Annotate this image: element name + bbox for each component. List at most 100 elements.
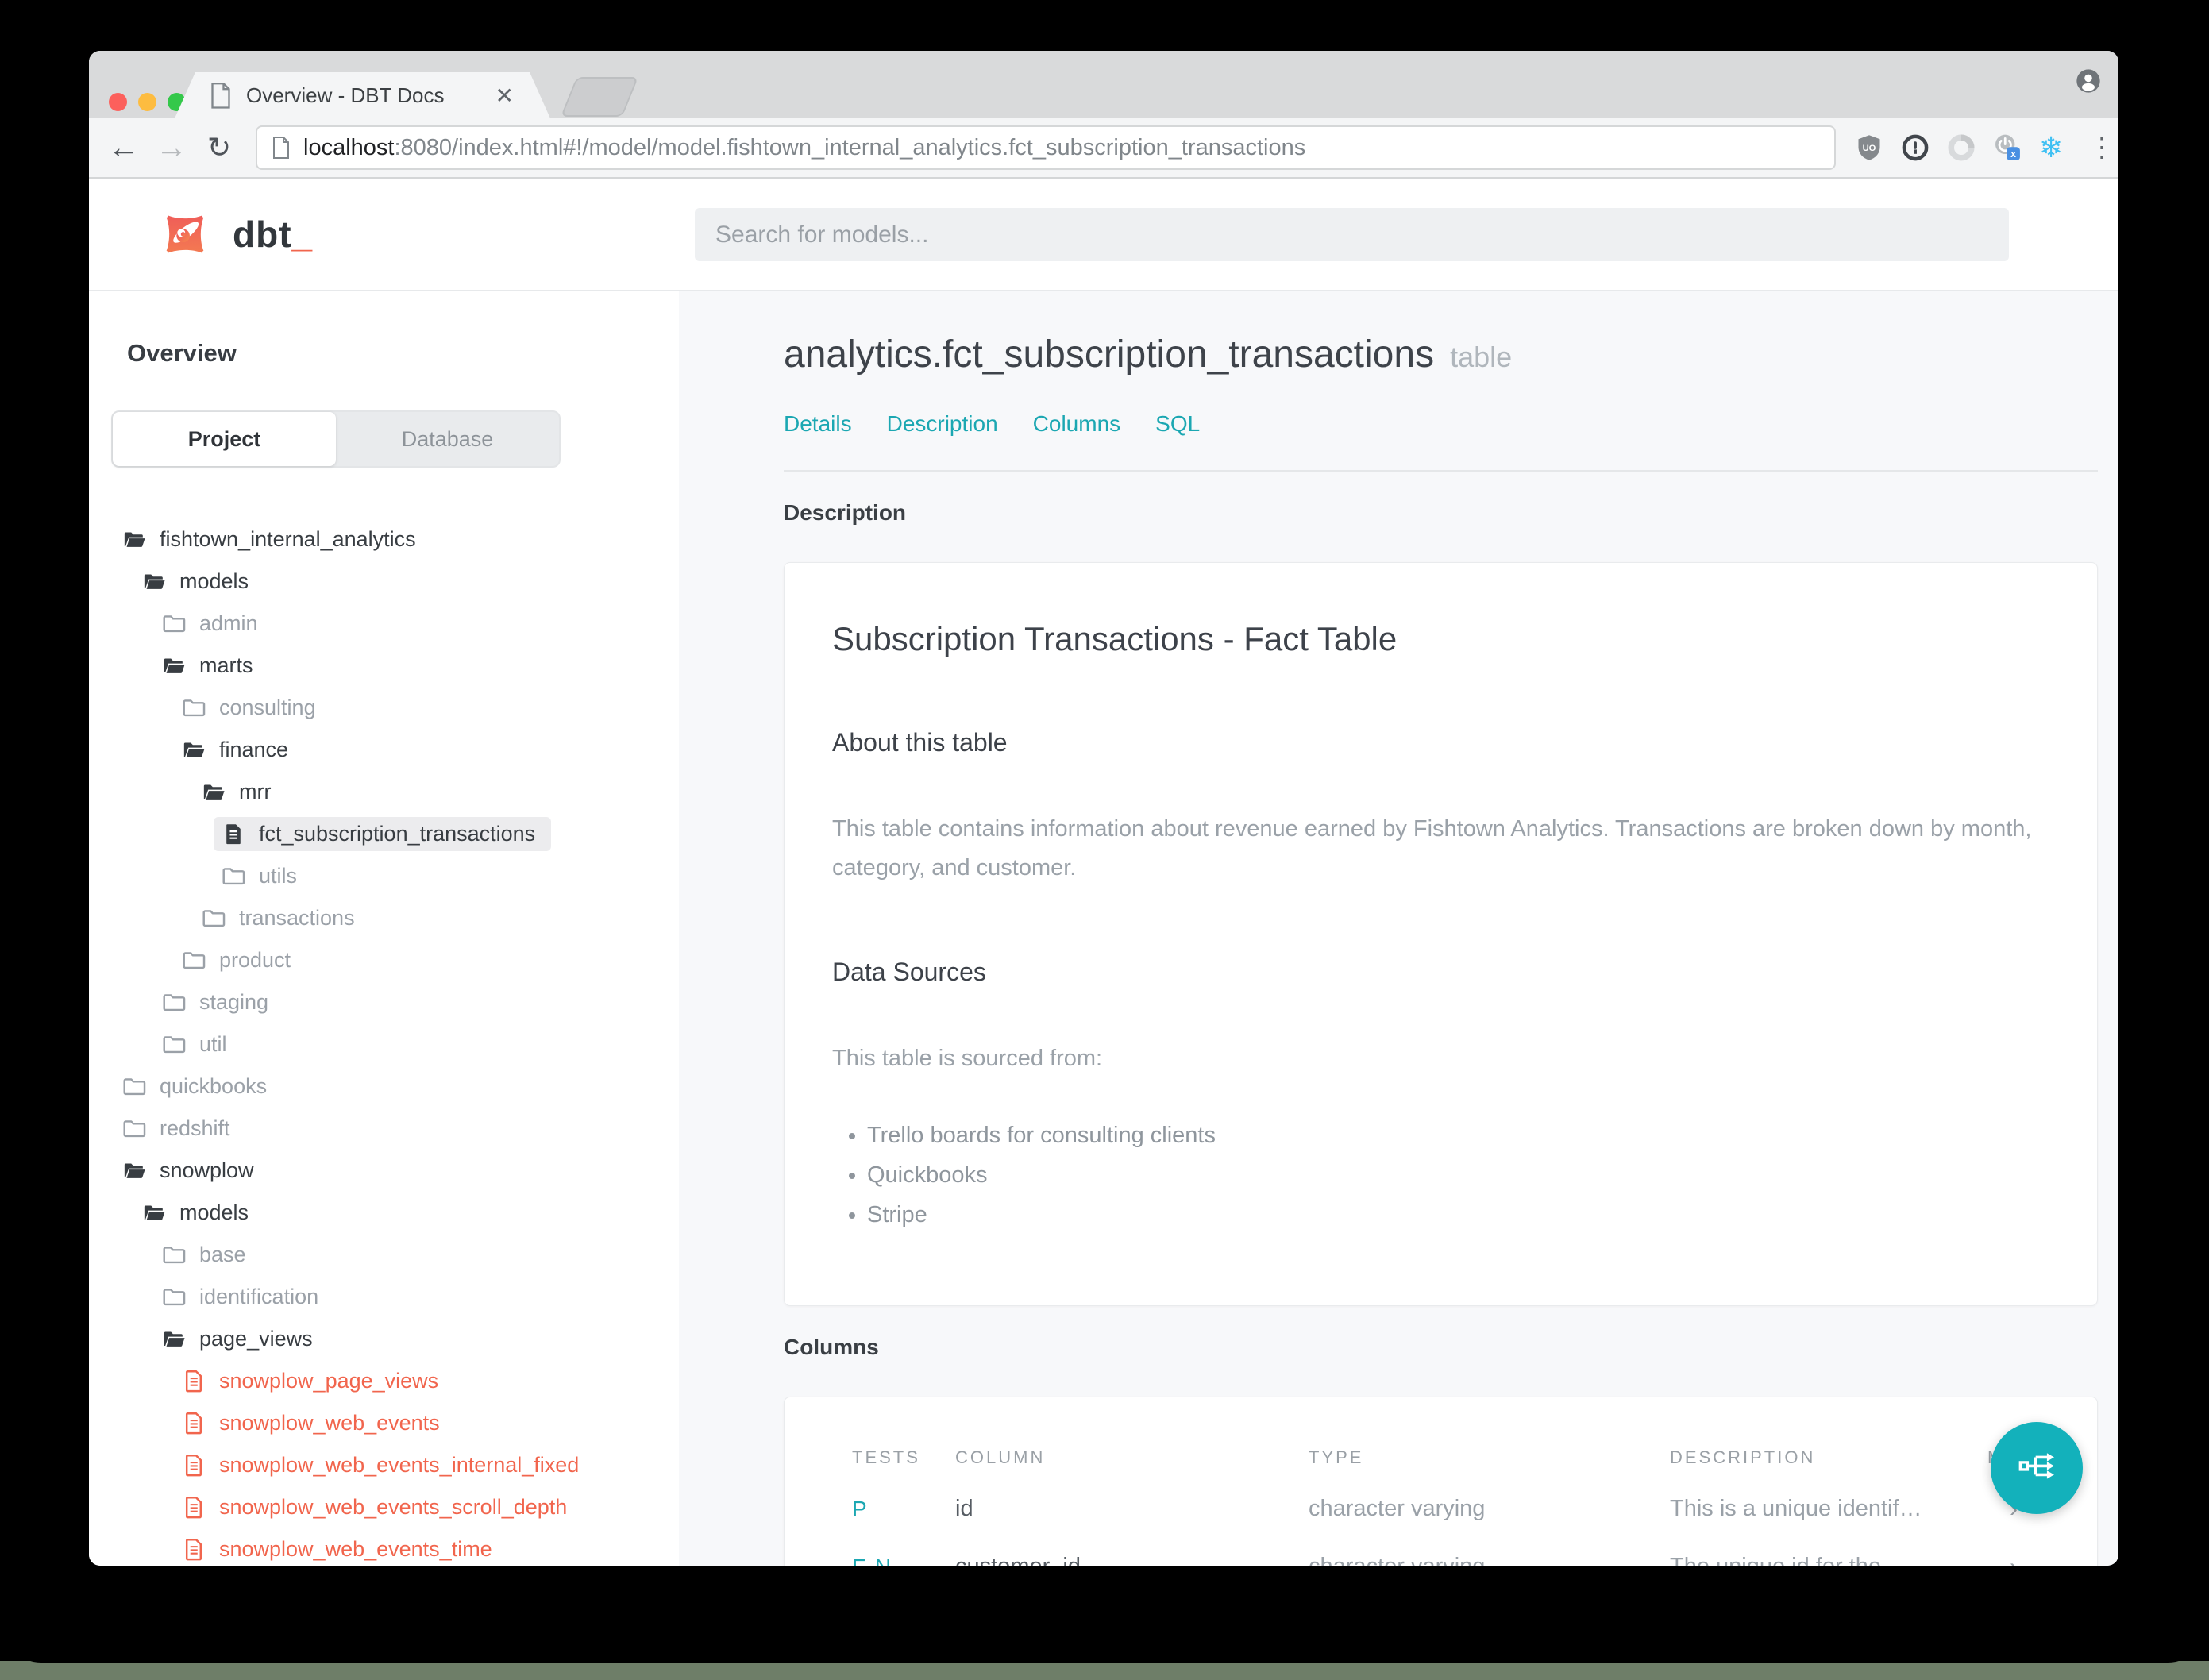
browser-toolbar: ← → ↻ localhost :8080/index.html#!/model…	[89, 118, 2118, 179]
folder-closed-icon	[182, 696, 206, 720]
tree-item[interactable]: page_views	[89, 1318, 679, 1360]
onepassword-icon[interactable]	[1901, 133, 1930, 162]
url-host: localhost	[303, 134, 395, 160]
url-bar[interactable]: localhost :8080/index.html#!/model/model…	[256, 125, 1836, 170]
minimize-window-button[interactable]	[138, 93, 156, 111]
folder-open-icon	[142, 569, 167, 594]
sidebar: Overview Project Database fishtown_inter…	[89, 291, 679, 1566]
doc-about-heading: About this table	[832, 728, 1008, 757]
tree-item[interactable]: snowplow_web_events_internal_fixed	[89, 1444, 679, 1486]
page-nav-link[interactable]: Columns	[1033, 411, 1120, 437]
tree-item[interactable]: snowplow	[89, 1150, 679, 1192]
lineage-graph-button[interactable]	[1991, 1422, 2083, 1514]
page-nav-link[interactable]: Details	[784, 411, 852, 437]
resource-type-badge: table	[1450, 341, 1513, 373]
tree-item[interactable]: transactions	[89, 897, 679, 939]
tab-strip: Overview - DBT Docs ✕	[89, 51, 2118, 118]
tab-database[interactable]: Database	[336, 412, 559, 466]
page-nav: Details Description Columns SQL	[784, 411, 2098, 437]
cell-type: character varying	[1309, 1496, 1486, 1521]
tree-item[interactable]: snowplow_web_events_time	[89, 1528, 679, 1566]
dbt-logo[interactable]: dbt_	[155, 204, 313, 264]
cell-column: id	[955, 1496, 973, 1521]
table-row[interactable]: P id character varying This is a unique …	[852, 1480, 2097, 1538]
profile-avatar[interactable]	[2076, 68, 2101, 94]
dbt-logo-icon	[163, 212, 207, 256]
tab-close-icon[interactable]: ✕	[495, 83, 514, 109]
tab-title: Overview - DBT Docs	[246, 83, 445, 107]
folder-closed-icon	[182, 948, 206, 973]
file-tree: fishtown_internal_analytics models admin	[89, 518, 679, 1566]
folder-open-icon	[122, 1158, 147, 1183]
tree-item[interactable]: marts	[89, 645, 679, 687]
file-red-icon	[182, 1453, 206, 1478]
desktop-strip	[0, 1661, 2209, 1680]
table-row[interactable]: F N customer_id character varying The un…	[852, 1538, 2097, 1566]
doc-sources-list: Trello boards for consulting clients Quic…	[867, 1123, 2049, 1228]
tree-item[interactable]: product	[89, 939, 679, 981]
description-section-heading: Description	[784, 500, 907, 525]
tree-item[interactable]: quickbooks	[89, 1065, 679, 1108]
forward-button: →	[156, 130, 187, 165]
page-nav-link[interactable]: Description	[887, 411, 998, 437]
page-favicon-icon	[210, 83, 232, 109]
column-header: COLUMN	[955, 1447, 1046, 1467]
column-header: DESCRIPTION	[1670, 1447, 1816, 1467]
tree-item[interactable]: redshift	[89, 1108, 679, 1150]
columns-section-heading: Columns	[784, 1335, 879, 1359]
cell-tests: P	[852, 1496, 869, 1521]
tree-item[interactable]: identification	[89, 1276, 679, 1318]
folder-open-icon	[122, 527, 147, 552]
tree-item[interactable]: models	[89, 1192, 679, 1234]
tree-item[interactable]: fishtown_internal_analytics	[89, 518, 679, 561]
folder-closed-icon	[202, 906, 226, 931]
tab-project[interactable]: Project	[113, 412, 336, 466]
tree-item[interactable]: fct_subscription_transactions	[89, 813, 679, 855]
search-input[interactable]	[695, 208, 2009, 261]
cell-description: This is a unique identif…	[1670, 1496, 1922, 1521]
extension-x-icon[interactable]: x	[1993, 133, 2022, 162]
page-title: analytics.fct_subscription_transactions	[784, 333, 1435, 376]
description-card: Subscription Transactions - Fact Table A…	[784, 562, 2098, 1306]
reload-button[interactable]: ↻	[195, 133, 243, 162]
column-header: TESTS	[852, 1447, 920, 1467]
tree-item[interactable]: utils	[89, 855, 679, 897]
folder-open-icon	[182, 738, 206, 762]
close-window-button[interactable]	[109, 93, 127, 111]
tree-item[interactable]: snowplow_web_events_scroll_depth	[89, 1486, 679, 1528]
new-tab-button[interactable]	[560, 77, 639, 117]
tree-item[interactable]: admin	[89, 603, 679, 645]
tree-item[interactable]: base	[89, 1234, 679, 1276]
tree-item[interactable]: snowplow_web_events	[89, 1402, 679, 1444]
tree-item[interactable]: consulting	[89, 687, 679, 729]
url-path: :8080/index.html#!/model/model.fishtown_…	[394, 134, 1306, 160]
app-header: dbt_	[89, 179, 2118, 291]
folder-closed-icon	[222, 864, 246, 888]
snowflake-icon[interactable]: ❄	[2039, 133, 2063, 162]
page-info-icon[interactable]	[272, 137, 291, 159]
browser-tab[interactable]: Overview - DBT Docs ✕	[175, 72, 550, 118]
cell-type: character varying	[1309, 1554, 1670, 1566]
file-red-icon	[182, 1537, 206, 1562]
tree-item[interactable]: snowplow_page_views	[89, 1360, 679, 1402]
tree-item[interactable]: staging	[89, 981, 679, 1023]
columns-table-body: P id character varying This is a unique …	[852, 1480, 2097, 1566]
column-header: TYPE	[1309, 1447, 1364, 1467]
page-nav-link[interactable]: SQL	[1155, 411, 1200, 437]
tree-item[interactable]: mrr	[89, 771, 679, 813]
source-item: Stripe	[867, 1202, 2049, 1228]
ublock-shield-icon[interactable]: UO	[1855, 133, 1883, 162]
folder-closed-icon	[162, 990, 187, 1015]
browser-menu-icon[interactable]: ⋮	[2088, 132, 2115, 164]
chevron-right-icon[interactable]: ›	[1987, 1554, 2051, 1566]
tree-item[interactable]: models	[89, 561, 679, 603]
back-button[interactable]: ←	[100, 132, 148, 164]
tree-item[interactable]: util	[89, 1023, 679, 1065]
tree-item[interactable]: finance	[89, 729, 679, 771]
browser-window: Overview - DBT Docs ✕ ← → ↻ localhost :8…	[89, 51, 2118, 1566]
doc-about-text: This table contains information about re…	[832, 816, 2032, 880]
cell-column: customer_id	[955, 1554, 1309, 1566]
logo-text: dbt_	[233, 214, 314, 255]
onetab-icon[interactable]	[1947, 133, 1976, 162]
folder-closed-icon	[162, 1243, 187, 1267]
